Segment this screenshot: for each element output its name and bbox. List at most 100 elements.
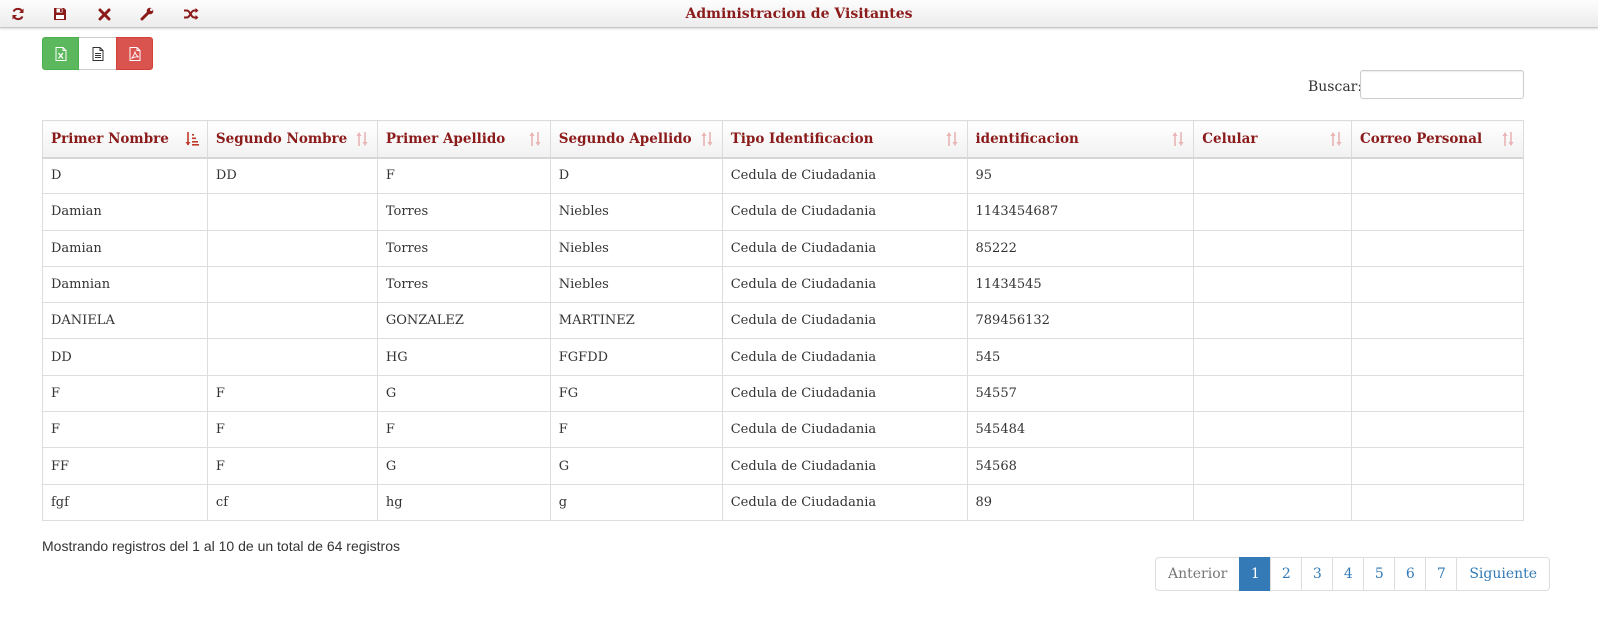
column-header-label: Segundo Nombre bbox=[215, 130, 348, 147]
cell-segundo-nombre: F bbox=[206, 374, 378, 413]
column-header-label: Primer Nombre bbox=[51, 130, 169, 147]
cell-segundo-apellido: FG bbox=[549, 374, 723, 413]
cell-primer-apellido: Torres bbox=[376, 229, 551, 267]
export-excel-button[interactable] bbox=[42, 37, 79, 70]
cell-correo-personal bbox=[1351, 229, 1524, 267]
column-header-segundo-apellido[interactable]: Segundo Apellido bbox=[549, 120, 723, 159]
cell-identificacion: 85222 bbox=[966, 229, 1195, 267]
column-header-label: Correo Personal bbox=[1360, 130, 1483, 147]
table-row[interactable]: FF F G G Cedula de Ciudadania 54568 bbox=[42, 447, 1524, 485]
cell-celular bbox=[1193, 193, 1353, 231]
cell-primer-nombre: FF bbox=[42, 447, 208, 485]
cell-tipo-identificacion: Cedula de Ciudadania bbox=[721, 338, 968, 376]
cell-celular bbox=[1193, 265, 1353, 304]
cell-correo-personal bbox=[1351, 193, 1524, 231]
cell-correo-personal bbox=[1351, 447, 1524, 485]
cell-celular bbox=[1193, 411, 1353, 449]
table-row[interactable]: Damian Torres Niebles Cedula de Ciudadania 8… bbox=[42, 229, 1524, 267]
cell-segundo-nombre bbox=[206, 302, 378, 340]
table-header-row: Primer Nombre Segundo Nombre Primer Apelli… bbox=[42, 120, 1524, 159]
cell-segundo-apellido: F bbox=[549, 411, 723, 449]
visitors-table: Primer Nombre Segundo Nombre Primer Apelli… bbox=[42, 120, 1524, 521]
cell-segundo-nombre bbox=[206, 338, 378, 376]
column-header-celular[interactable]: Celular bbox=[1193, 120, 1353, 159]
cell-primer-apellido: hg bbox=[376, 483, 551, 521]
cell-primer-apellido: Torres bbox=[376, 193, 551, 231]
cell-segundo-apellido: Niebles bbox=[549, 193, 723, 231]
cell-correo-personal bbox=[1351, 265, 1524, 304]
column-header-tipo-identificacion[interactable]: Tipo Identificacion bbox=[721, 120, 968, 159]
column-header-primer-apellido[interactable]: Primer Apellido bbox=[376, 120, 551, 159]
page-button-4[interactable]: 4 bbox=[1332, 557, 1365, 591]
sort-icon bbox=[529, 132, 541, 146]
page-title: Administracion de Visitantes bbox=[685, 6, 913, 22]
export-pdf-button[interactable] bbox=[116, 37, 153, 70]
cell-tipo-identificacion: Cedula de Ciudadania bbox=[721, 411, 968, 449]
page-button-1[interactable]: 1 bbox=[1239, 557, 1272, 591]
sort-ascending-icon bbox=[185, 132, 199, 146]
cell-identificacion: 789456132 bbox=[966, 302, 1195, 340]
cell-tipo-identificacion: Cedula de Ciudadania bbox=[721, 265, 968, 304]
cell-correo-personal bbox=[1351, 374, 1524, 413]
cell-celular bbox=[1193, 374, 1353, 413]
cell-segundo-nombre bbox=[206, 265, 378, 304]
cell-segundo-apellido: G bbox=[549, 447, 723, 485]
cell-correo-personal bbox=[1351, 483, 1524, 521]
cell-primer-apellido: G bbox=[376, 374, 551, 413]
cell-tipo-identificacion: Cedula de Ciudadania bbox=[721, 483, 968, 521]
table-row[interactable]: DD HG FGFDD Cedula de Ciudadania 545 bbox=[42, 338, 1524, 376]
table-row[interactable]: DANIELA GONZALEZ MARTINEZ Cedula de Ciudada… bbox=[42, 302, 1524, 340]
export-text-button[interactable] bbox=[79, 37, 116, 70]
sort-icon bbox=[1502, 132, 1514, 146]
table-row[interactable]: D DD F D Cedula de Ciudadania 95 bbox=[42, 156, 1524, 195]
cell-segundo-apellido: Niebles bbox=[549, 265, 723, 304]
cell-identificacion: 545 bbox=[966, 338, 1195, 376]
cell-primer-apellido: GONZALEZ bbox=[376, 302, 551, 340]
cell-identificacion: 54557 bbox=[966, 374, 1195, 413]
cell-celular bbox=[1193, 483, 1353, 521]
search-input[interactable] bbox=[1360, 70, 1524, 99]
page-button-5[interactable]: 5 bbox=[1363, 557, 1396, 591]
cell-segundo-apellido: g bbox=[549, 483, 723, 521]
table-row[interactable]: Damnian Torres Niebles Cedula de Ciudadania… bbox=[42, 265, 1524, 304]
cell-segundo-nombre bbox=[206, 193, 378, 231]
pdf-file-icon bbox=[129, 46, 140, 61]
top-toolbar: Administracion de Visitantes bbox=[0, 0, 1598, 28]
table-row[interactable]: F F G FG Cedula de Ciudadania 54557 bbox=[42, 374, 1524, 413]
cell-segundo-apellido: FGFDD bbox=[549, 338, 723, 376]
previous-page-button[interactable]: Anterior bbox=[1155, 557, 1241, 591]
cell-identificacion: 54568 bbox=[966, 447, 1195, 485]
column-header-segundo-nombre[interactable]: Segundo Nombre bbox=[206, 120, 378, 159]
column-header-primer-nombre[interactable]: Primer Nombre bbox=[42, 120, 208, 159]
page-button-7[interactable]: 7 bbox=[1425, 557, 1458, 591]
cell-celular bbox=[1193, 302, 1353, 340]
cell-celular bbox=[1193, 156, 1353, 195]
cell-correo-personal bbox=[1351, 338, 1524, 376]
cell-primer-nombre: F bbox=[42, 411, 208, 449]
column-header-label: Tipo Identificacion bbox=[730, 130, 874, 147]
cell-celular bbox=[1193, 447, 1353, 485]
page-button-3[interactable]: 3 bbox=[1301, 557, 1334, 591]
sort-icon bbox=[356, 132, 368, 146]
cell-correo-personal bbox=[1351, 411, 1524, 449]
cell-primer-nombre: fgf bbox=[42, 483, 208, 521]
cell-identificacion: 1143454687 bbox=[966, 193, 1195, 231]
sort-icon bbox=[1330, 132, 1342, 146]
table-row[interactable]: Damian Torres Niebles Cedula de Ciudadania 1… bbox=[42, 193, 1524, 231]
text-file-icon bbox=[92, 46, 103, 61]
column-header-identificacion[interactable]: identificacion bbox=[966, 120, 1195, 159]
cell-primer-apellido: HG bbox=[376, 338, 551, 376]
cell-tipo-identificacion: Cedula de Ciudadania bbox=[721, 447, 968, 485]
cell-segundo-nombre: DD bbox=[206, 156, 378, 195]
page-button-2[interactable]: 2 bbox=[1270, 557, 1303, 591]
cell-primer-apellido: F bbox=[376, 156, 551, 195]
column-header-correo-personal[interactable]: Correo Personal bbox=[1351, 120, 1524, 159]
cell-primer-nombre: Damnian bbox=[42, 265, 208, 304]
next-page-button[interactable]: Siguiente bbox=[1456, 557, 1551, 591]
cell-identificacion: 89 bbox=[966, 483, 1195, 521]
cell-tipo-identificacion: Cedula de Ciudadania bbox=[721, 374, 968, 413]
sort-icon bbox=[701, 132, 713, 146]
table-row[interactable]: F F F F Cedula de Ciudadania 545484 bbox=[42, 411, 1524, 449]
page-button-6[interactable]: 6 bbox=[1394, 557, 1427, 591]
table-row[interactable]: fgf cf hg g Cedula de Ciudadania 89 bbox=[42, 483, 1524, 521]
